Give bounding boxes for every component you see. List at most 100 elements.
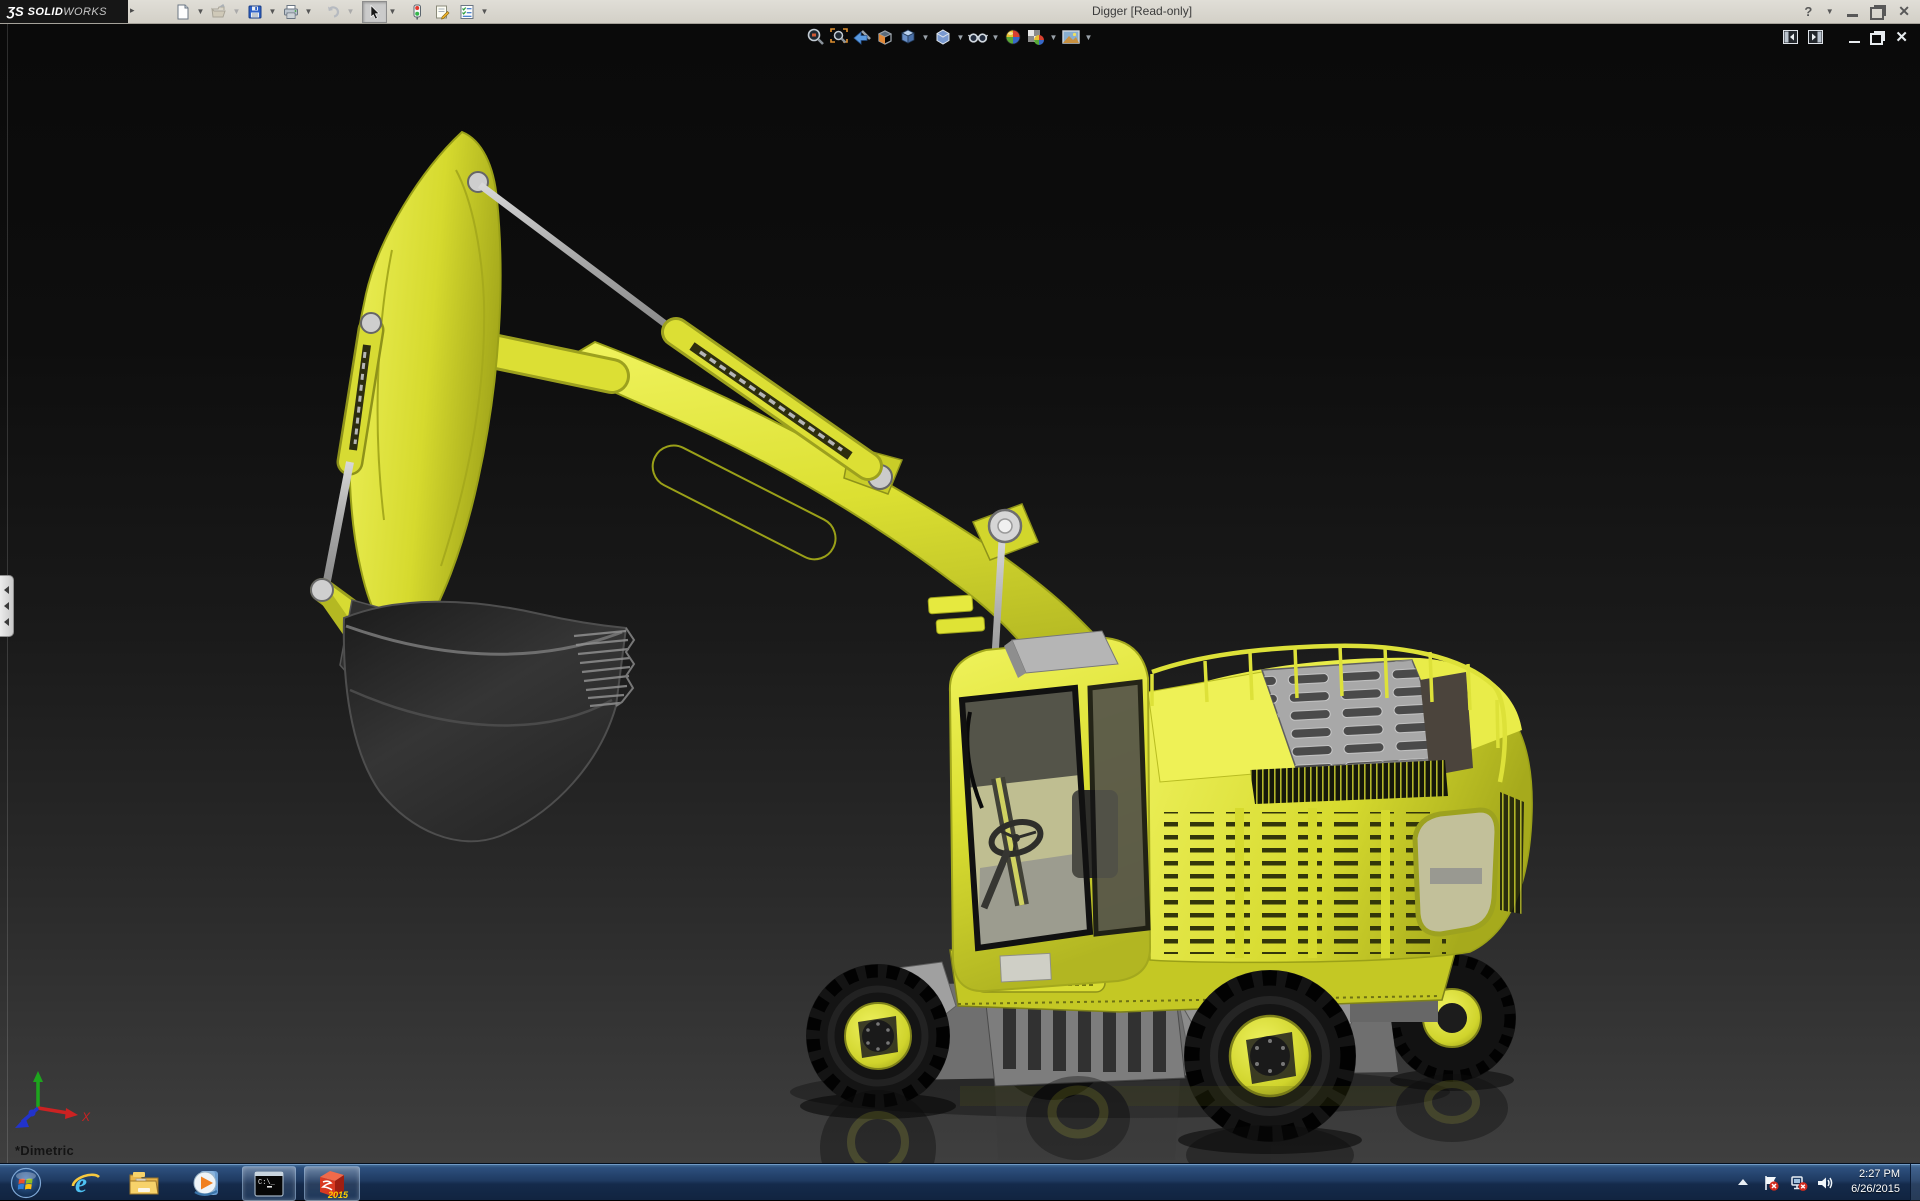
expand-arrow-icon: [4, 618, 9, 626]
window-title: Digger [Read-only]: [1092, 4, 1192, 18]
help-dropdown[interactable]: ▼: [1824, 2, 1835, 22]
undo-button[interactable]: [320, 1, 345, 23]
network-status-icon[interactable]: [1790, 1174, 1808, 1192]
restore-button[interactable]: [1870, 7, 1884, 20]
svg-text:e: e: [75, 1168, 87, 1198]
select-dropdown[interactable]: ▼: [387, 2, 398, 22]
engine-grille: [1250, 660, 1473, 804]
hide-show-items-dropdown[interactable]: ▼: [991, 33, 1000, 42]
new-document-dropdown[interactable]: ▼: [195, 2, 206, 22]
close-button[interactable]: ✕: [1898, 3, 1910, 20]
select-cursor-icon: [367, 4, 383, 20]
view-settings-dropdown[interactable]: ▼: [1084, 33, 1093, 42]
collapse-pane-left-icon[interactable]: [1783, 30, 1798, 44]
feature-manager-collapsed-tab[interactable]: [0, 575, 14, 637]
new-document-icon: [175, 4, 191, 20]
internet-explorer-icon: e: [71, 1168, 101, 1198]
select-button[interactable]: [362, 1, 387, 23]
svg-text:C:\_: C:\_: [258, 1179, 276, 1187]
clock-date: 6/26/2015: [1834, 1182, 1900, 1197]
expand-arrow-icon: [4, 602, 9, 610]
edit-appearance-icon[interactable]: [1003, 27, 1023, 47]
zoom-to-area-icon[interactable]: [829, 27, 849, 47]
document-minimize-button[interactable]: [1849, 41, 1860, 43]
apply-scene-dropdown[interactable]: ▼: [1049, 33, 1058, 42]
view-orientation-label: *Dimetric: [15, 1143, 74, 1158]
graphics-viewport[interactable]: X ▼ ▼ ▼ ▼ ▼ ✕ *Dimetric: [0, 23, 1920, 1163]
open-dropdown[interactable]: ▼: [231, 2, 242, 22]
rebuild-traffic-light-icon: [409, 4, 425, 20]
start-button[interactable]: [8, 1166, 44, 1199]
windows-start-orb-icon: [10, 1167, 42, 1199]
front-left-wheel: [806, 964, 950, 1108]
view-settings-icon[interactable]: [1061, 27, 1081, 47]
show-desktop-button[interactable]: [1910, 1164, 1920, 1201]
brand-text-works: WORKS: [63, 6, 107, 18]
expand-arrow-icon: [4, 586, 9, 594]
side-vents: [1164, 808, 1446, 958]
save-dropdown[interactable]: ▼: [267, 2, 278, 22]
excavator-model: X: [0, 23, 1920, 1163]
help-button[interactable]: ?: [1804, 4, 1812, 19]
document-close-button[interactable]: ✕: [1895, 30, 1908, 45]
previous-view-icon[interactable]: [852, 27, 872, 47]
options-checklist-icon: [459, 4, 475, 20]
open-button[interactable]: [206, 1, 231, 23]
taskbar-media-player[interactable]: [188, 1166, 224, 1199]
heads-up-view-toolbar: ▼ ▼ ▼ ▼ ▼: [806, 27, 1093, 47]
triad-x-label: X: [81, 1110, 91, 1124]
taskbar-clock[interactable]: 2:27 PM 6/26/2015: [1834, 1167, 1900, 1197]
cab: [928, 595, 1150, 991]
media-player-icon: [191, 1168, 221, 1198]
taskbar-solidworks-2015[interactable]: 2015: [304, 1166, 360, 1201]
taskbar-command-prompt[interactable]: C:\_: [242, 1166, 296, 1201]
command-prompt-icon: C:\_: [254, 1171, 284, 1197]
display-style-icon[interactable]: [933, 27, 953, 47]
windows-taskbar: e C:\_: [0, 1163, 1920, 1200]
document-restore-button[interactable]: [1870, 33, 1883, 45]
clock-time: 2:27 PM: [1834, 1167, 1900, 1182]
front-right-wheel: [1184, 970, 1356, 1142]
save-button[interactable]: [242, 1, 267, 23]
svg-text:2015: 2015: [327, 1190, 349, 1200]
hide-show-items-icon[interactable]: [968, 27, 988, 47]
view-orientation-icon[interactable]: [898, 27, 918, 47]
folder-icon: [128, 1169, 160, 1197]
view-orientation-dropdown[interactable]: ▼: [921, 33, 930, 42]
options-button[interactable]: [454, 1, 479, 23]
save-icon: [247, 4, 263, 20]
minimize-button[interactable]: [1847, 14, 1858, 17]
reference-triad: X: [15, 1071, 91, 1128]
options-dropdown[interactable]: ▼: [479, 2, 490, 22]
window-controls: ? ▼ ✕: [1804, 0, 1910, 23]
undo-icon: [325, 4, 341, 20]
print-button[interactable]: [278, 1, 303, 23]
print-icon: [283, 4, 299, 20]
collapse-pane-right-icon[interactable]: [1808, 30, 1823, 44]
section-view-icon[interactable]: [875, 27, 895, 47]
taskbar-file-explorer[interactable]: [126, 1166, 162, 1199]
zoom-to-fit-icon[interactable]: [806, 27, 826, 47]
print-dropdown[interactable]: ▼: [303, 2, 314, 22]
file-properties-icon: [434, 4, 450, 20]
rebuild-button[interactable]: [404, 1, 429, 23]
taskbar-internet-explorer[interactable]: e: [68, 1166, 104, 1199]
open-icon: [211, 4, 227, 20]
action-center-icon[interactable]: [1762, 1174, 1780, 1192]
brand-text-solid: SOLID: [28, 6, 64, 18]
show-hidden-icons-button[interactable]: [1734, 1174, 1752, 1192]
file-properties-button[interactable]: [429, 1, 454, 23]
new-document-button[interactable]: [170, 1, 195, 23]
solidworks-logo: ƷS SOLIDWORKS: [0, 0, 128, 23]
apply-scene-icon[interactable]: [1026, 27, 1046, 47]
bucket: [344, 602, 634, 842]
volume-icon[interactable]: [1816, 1174, 1834, 1192]
undo-dropdown[interactable]: ▼: [345, 2, 356, 22]
title-bar: ƷS SOLIDWORKS ▸ ▼ ▼ ▼ ▼ ▼ ▼: [0, 0, 1920, 24]
menu-expand-arrow-icon[interactable]: ▸: [130, 5, 135, 16]
display-style-dropdown[interactable]: ▼: [956, 33, 965, 42]
3ds-logo-icon: ƷS: [7, 4, 24, 19]
main-toolbar: ▼ ▼ ▼ ▼ ▼ ▼ ▼: [170, 1, 490, 22]
solidworks-2015-icon: 2015: [315, 1168, 349, 1200]
document-window-controls: ✕: [1783, 29, 1908, 45]
